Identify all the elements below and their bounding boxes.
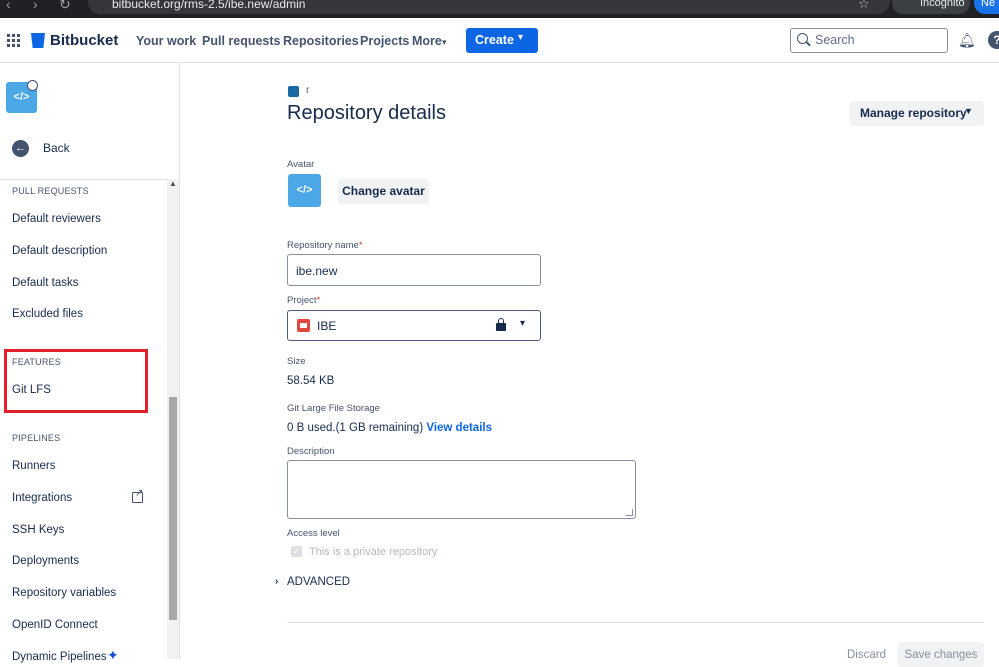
git-lfs-label: Git Large File Storage xyxy=(287,403,380,414)
project-avatar-icon xyxy=(297,319,310,332)
forward-arrow-icon[interactable]: › xyxy=(33,0,38,12)
nav-projects[interactable]: Projects xyxy=(360,34,409,48)
search-placeholder: Search xyxy=(815,33,855,47)
settings-badge-icon xyxy=(27,80,38,91)
reload-icon[interactable]: ↻ xyxy=(59,0,71,13)
nav-pull-requests[interactable]: Pull requests xyxy=(202,34,281,48)
top-navigation: Bitbucket Your work Pull requests Reposi… xyxy=(0,18,999,63)
form-divider xyxy=(287,622,984,623)
external-link-icon xyxy=(132,492,143,503)
chevron-down-icon: ▾ xyxy=(520,318,525,329)
search-input[interactable]: Search xyxy=(790,28,948,53)
repository-name-input[interactable]: ibe.new xyxy=(287,254,541,286)
project-select[interactable]: IBE ▾ xyxy=(287,310,541,341)
advanced-toggle[interactable]: ADVANCED xyxy=(287,576,350,588)
sidebar-item-repository-variables[interactable]: Repository variables xyxy=(12,587,116,599)
sidebar-divider xyxy=(0,179,168,180)
create-label: Create xyxy=(475,33,514,47)
search-icon xyxy=(797,33,808,44)
bookmark-star-icon[interactable]: ☆ xyxy=(858,0,870,12)
sidebar-item-default-description[interactable]: Default description xyxy=(12,245,107,257)
sidebar-item-default-reviewers[interactable]: Default reviewers xyxy=(12,213,101,225)
manage-repository-button[interactable]: Manage repository ▼ xyxy=(850,101,984,126)
sidebar-scrollbar[interactable]: ▲ xyxy=(167,179,179,659)
back-link[interactable]: Back xyxy=(43,141,70,155)
private-repository-label: This is a private repository xyxy=(309,546,437,558)
size-label: Size xyxy=(287,356,305,367)
sidebar-item-integrations[interactable]: Integrations xyxy=(12,492,72,504)
section-heading-pull-requests: PULL REQUESTS xyxy=(12,186,89,196)
back-arrow-icon[interactable]: ‹ xyxy=(6,0,11,12)
lock-icon xyxy=(496,323,506,331)
repository-avatar-image: </> xyxy=(288,174,321,207)
breadcrumb[interactable]: r xyxy=(306,85,309,96)
chevron-right-icon[interactable]: › xyxy=(275,576,278,587)
nav-more[interactable]: More xyxy=(412,34,442,48)
size-value: 58.54 KB xyxy=(287,375,334,387)
sparkle-icon: ✦ xyxy=(107,647,119,664)
view-details-link[interactable]: View details xyxy=(426,422,492,434)
save-changes-button[interactable]: Save changes xyxy=(898,642,984,667)
brand-name[interactable]: Bitbucket xyxy=(50,32,118,49)
scrollbar-thumb[interactable] xyxy=(169,397,177,620)
repository-name-label: Repository name* xyxy=(287,240,363,251)
url-text[interactable]: bitbucket.org/rms-2.5/ibe.new/admin xyxy=(112,0,305,11)
sidebar-item-openid-connect[interactable]: OpenID Connect xyxy=(12,619,98,631)
git-lfs-usage: 0 B used.(1 GB remaining) View details xyxy=(287,422,492,434)
back-arrow-icon[interactable]: ← xyxy=(12,140,29,157)
discard-button[interactable]: Discard xyxy=(847,649,886,661)
browser-toolbar: ‹ › ↻ bitbucket.org/rms-2.5/ibe.new/admi… xyxy=(0,0,999,18)
scroll-up-arrow-icon[interactable]: ▲ xyxy=(169,179,177,188)
create-button[interactable]: Create ▾ xyxy=(466,28,538,53)
avatar-label: Avatar xyxy=(287,159,314,170)
annotation-highlight-box xyxy=(4,349,148,413)
sidebar-item-runners[interactable]: Runners xyxy=(12,460,55,472)
bitbucket-logo-icon[interactable] xyxy=(31,33,45,48)
profile-label: Ne xyxy=(981,0,995,9)
sidebar-item-dynamic-pipelines[interactable]: Dynamic Pipelines xyxy=(12,651,107,663)
sidebar-item-deployments[interactable]: Deployments xyxy=(12,555,79,567)
access-level-label: Access level xyxy=(287,528,340,539)
nav-repositories[interactable]: Repositories xyxy=(283,34,359,48)
project-value: IBE xyxy=(317,319,336,333)
description-textarea[interactable] xyxy=(287,460,636,519)
sidebar-item-default-tasks[interactable]: Default tasks xyxy=(12,277,78,289)
incognito-label: Incognito xyxy=(920,0,965,9)
more-chevron-icon[interactable]: ▾ xyxy=(442,37,447,48)
page-title: Repository details xyxy=(287,102,446,125)
sidebar-item-ssh-keys[interactable]: SSH Keys xyxy=(12,524,64,536)
project-label: Project* xyxy=(287,295,320,306)
app-switcher-icon[interactable] xyxy=(7,34,20,47)
chevron-down-icon: ▼ xyxy=(964,106,973,116)
notifications-bell-icon[interactable]: 🔔︎ xyxy=(958,32,976,49)
chevron-down-icon: ▾ xyxy=(518,32,523,43)
section-heading-pipelines: PIPELINES xyxy=(12,433,60,443)
repository-breadcrumb-icon[interactable] xyxy=(288,86,299,97)
settings-sidebar: </> ← Back PULL REQUESTS Default reviewe… xyxy=(0,63,180,659)
private-repository-checkbox[interactable]: ✓ xyxy=(291,546,302,557)
sidebar-item-excluded-files[interactable]: Excluded files xyxy=(12,308,83,320)
change-avatar-button[interactable]: Change avatar xyxy=(338,179,429,204)
description-label: Description xyxy=(287,446,335,457)
nav-your-work[interactable]: Your work xyxy=(136,34,196,48)
manage-repository-label: Manage repository xyxy=(860,106,967,120)
help-icon[interactable]: ? xyxy=(988,31,999,49)
